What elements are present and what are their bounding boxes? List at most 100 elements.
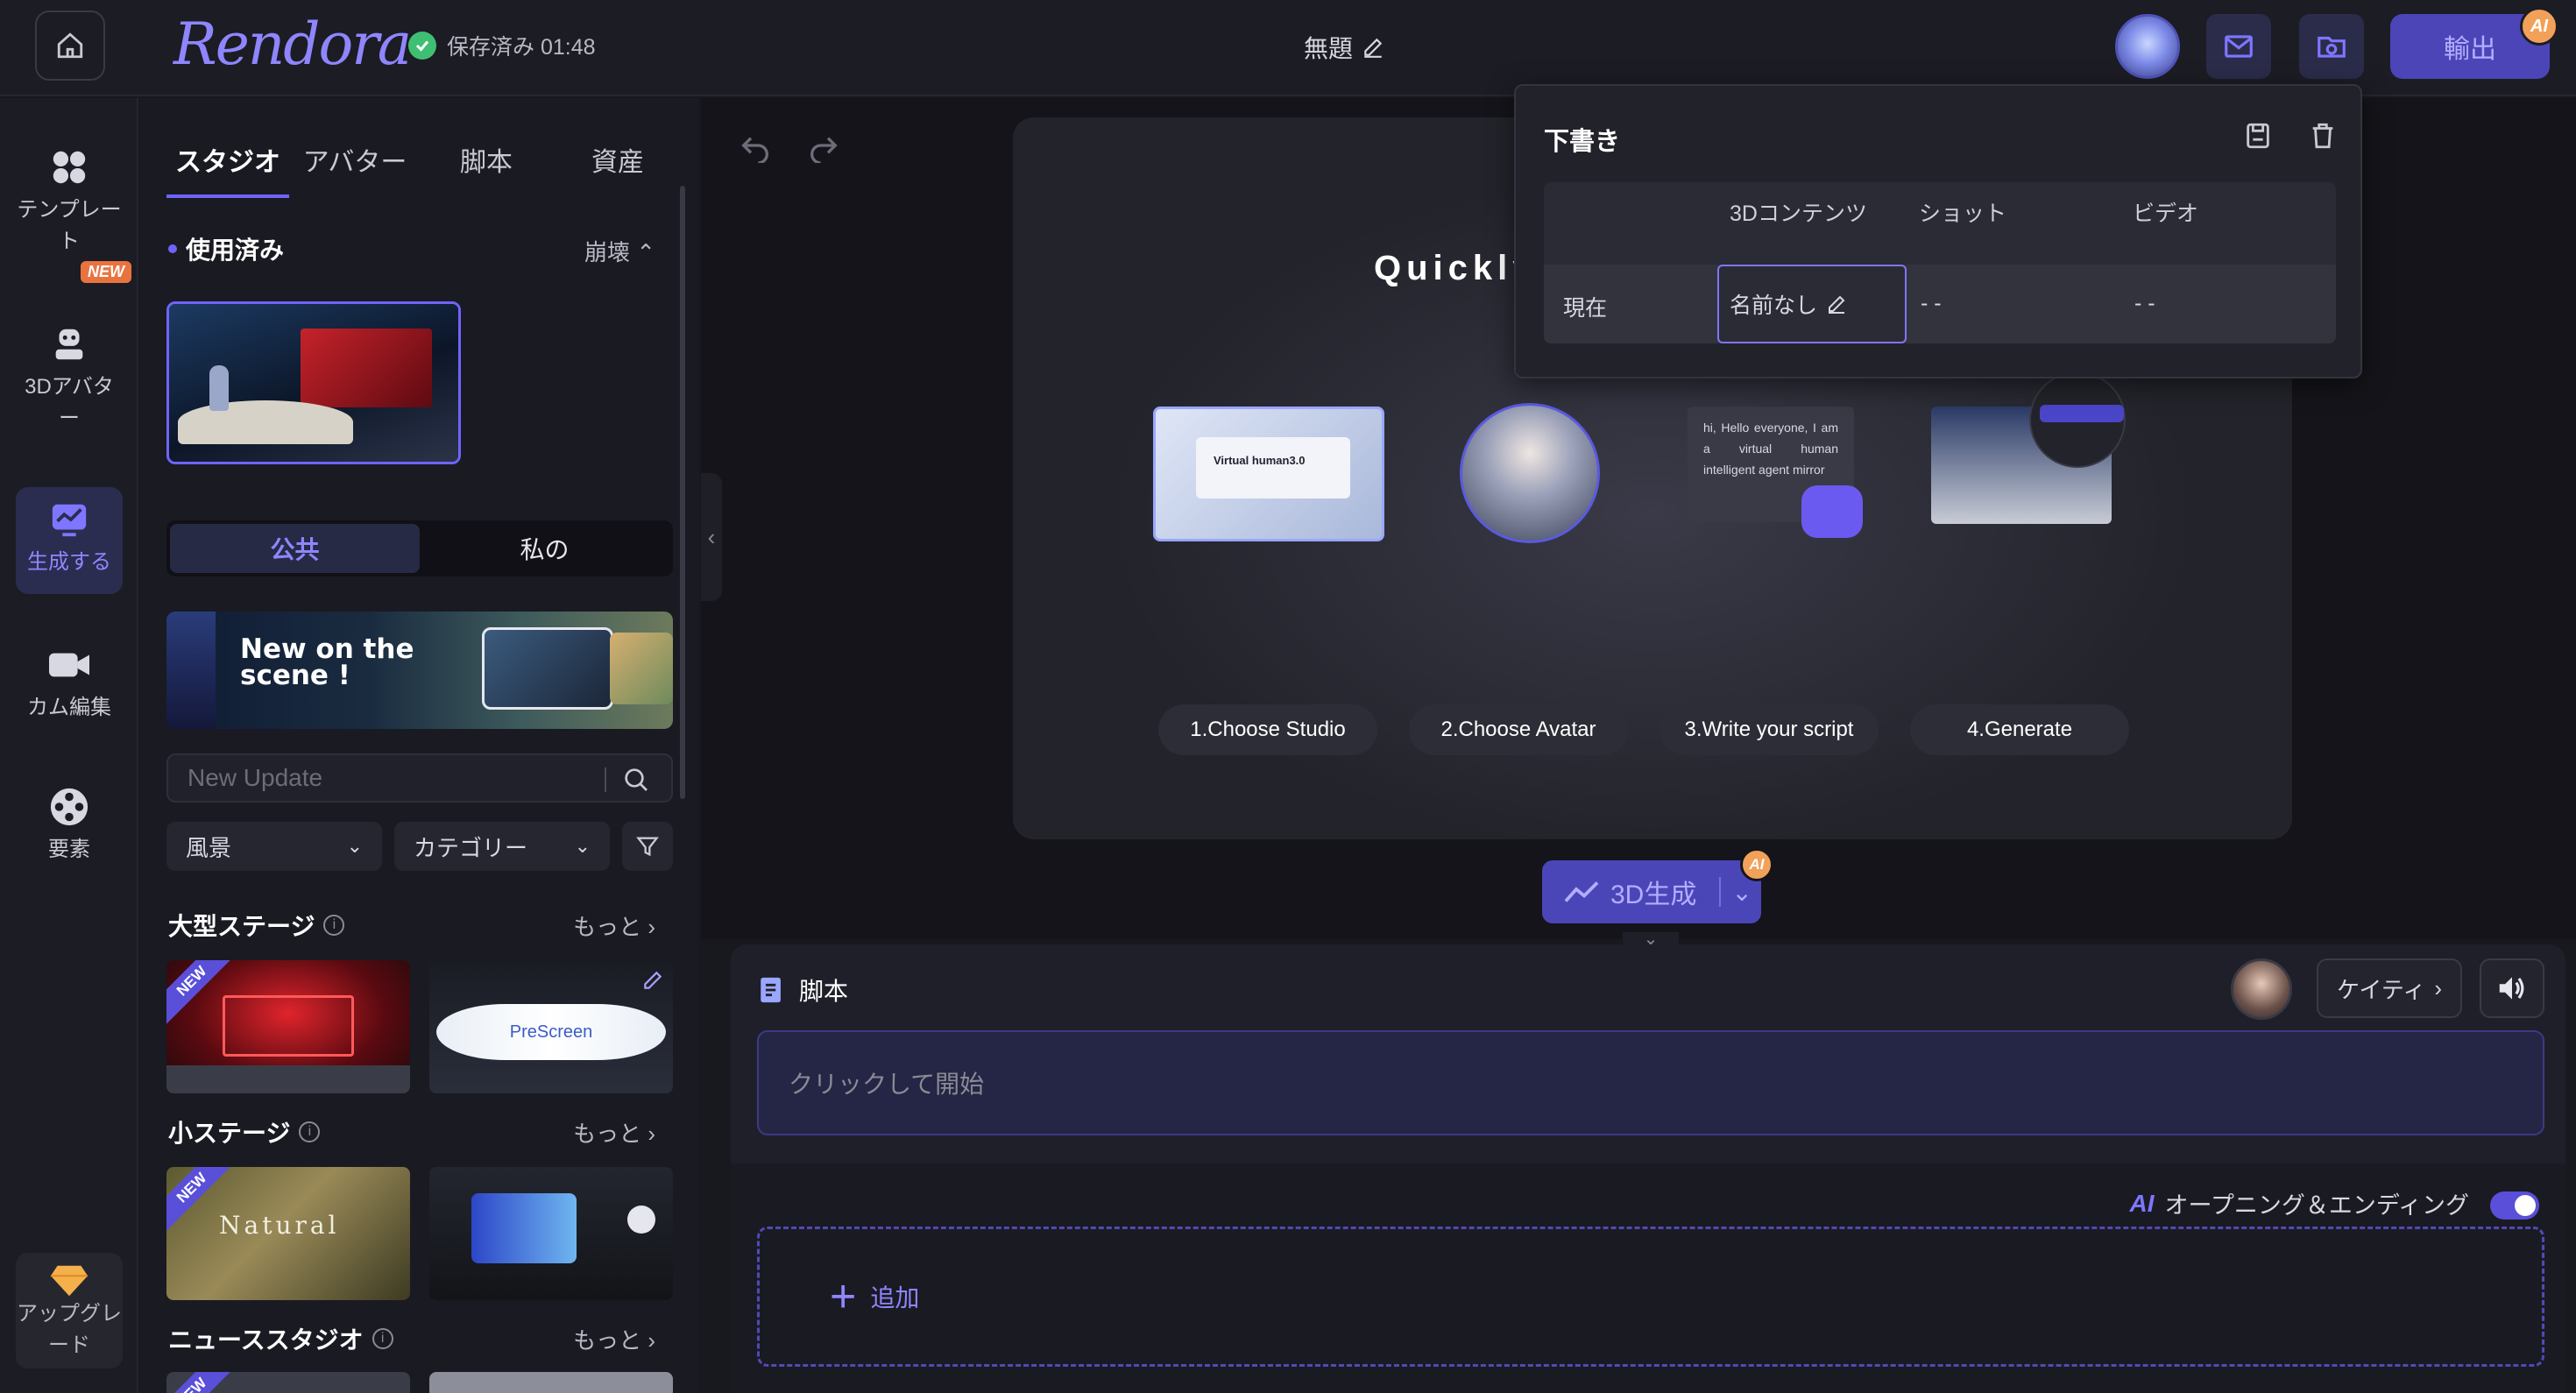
- video-camera-icon: [49, 653, 89, 677]
- info-icon: i: [323, 915, 345, 936]
- app-logo: Rendora: [173, 11, 412, 78]
- rail-item-templates[interactable]: テンプレート: [16, 147, 123, 258]
- draft-name-field[interactable]: 名前なし: [1717, 265, 1907, 343]
- large-stage-thumb-2[interactable]: PreScreen: [429, 960, 673, 1093]
- check-icon: [408, 32, 436, 60]
- category-dropdown[interactable]: カテゴリー ⌄: [394, 822, 610, 871]
- rail-item-label: 要素: [48, 838, 90, 861]
- collapse-button[interactable]: 崩壊 ⌃: [584, 235, 655, 267]
- redo-icon[interactable]: [806, 128, 841, 163]
- script-input[interactable]: クリックして開始: [757, 1030, 2544, 1135]
- messages-button[interactable]: [2206, 14, 2271, 79]
- step-generate[interactable]: 4.Generate: [1910, 704, 2129, 755]
- large-stage-title: 大型ステージ i: [168, 908, 345, 943]
- add-opening-ending-button[interactable]: + 追加: [757, 1227, 2544, 1367]
- news-studio-thumb-1[interactable]: NEW: [166, 1372, 410, 1393]
- tab-assets[interactable]: 資産: [552, 140, 683, 198]
- large-stage-thumb-1[interactable]: NEW: [166, 960, 410, 1093]
- table-row[interactable]: 現在 名前なし - - - -: [1544, 265, 2336, 343]
- document-title[interactable]: 無題: [1304, 30, 1384, 65]
- scene-dropdown[interactable]: 風景 ⌄: [166, 822, 382, 871]
- search-input[interactable]: New Update: [166, 753, 673, 803]
- draft-title: 下書き: [1544, 128, 1621, 156]
- studio-card: Virtual human3.0: [1153, 407, 1384, 541]
- segment-mine[interactable]: 私の: [420, 524, 669, 573]
- volume-button[interactable]: [2480, 958, 2544, 1018]
- chevron-down-icon[interactable]: ⌄: [1731, 878, 1752, 907]
- small-stage-thumb-2[interactable]: [429, 1167, 673, 1300]
- ai-badge: AI: [1740, 848, 1773, 881]
- rail-item-elements[interactable]: 要素: [16, 787, 123, 866]
- rail-item-3d-avatar[interactable]: 3Dアバター: [16, 324, 123, 435]
- document-title-text: 無題: [1304, 35, 1354, 62]
- tab-script[interactable]: 脚本: [421, 140, 552, 198]
- edit-pencil-icon[interactable]: [1362, 36, 1384, 59]
- rail-item-label: 生成する: [27, 550, 111, 574]
- drafts-folder-button[interactable]: [2299, 14, 2364, 79]
- rail-item-label: カム編集: [27, 696, 111, 719]
- search-icon[interactable]: [622, 766, 650, 794]
- save-icon[interactable]: [2243, 121, 2273, 151]
- home-button[interactable]: [35, 11, 105, 81]
- used-section-title: 使用済み: [168, 231, 284, 266]
- edit-pencil-icon[interactable]: [1826, 293, 1847, 315]
- chevron-right-icon: ›: [2434, 974, 2443, 1001]
- row-shot: - -: [1921, 291, 1942, 315]
- news-studio-more[interactable]: もっと ›: [573, 1323, 655, 1355]
- script-title: 脚本: [799, 978, 849, 1005]
- avatar-card: [1460, 403, 1600, 543]
- speaker-icon: [2499, 977, 2524, 1000]
- more-label: もっと: [573, 1121, 642, 1147]
- grid-icon: [53, 151, 86, 184]
- chevron-down-icon: ⌄: [574, 835, 591, 857]
- info-icon: i: [299, 1121, 321, 1142]
- used-section-label: 使用済み: [186, 237, 285, 264]
- opening-ending-text: オープニング＆エンディング: [2164, 1192, 2470, 1219]
- tab-studio[interactable]: スタジオ: [166, 140, 289, 198]
- mail-icon: [2225, 35, 2253, 58]
- save-status-text: 保存済み 01:48: [447, 35, 596, 60]
- ai-badge: AI: [2520, 7, 2558, 46]
- generate-3d-button[interactable]: 3D生成 ⌄: [1542, 860, 1761, 923]
- row-video: - -: [2134, 291, 2155, 315]
- opening-ending-toggle[interactable]: [2490, 1191, 2539, 1220]
- undo-icon[interactable]: [738, 128, 773, 163]
- panel-scrollbar[interactable]: [680, 186, 685, 799]
- news-studio-thumb-2[interactable]: [429, 1372, 673, 1393]
- small-stage-more[interactable]: もっと ›: [573, 1116, 655, 1149]
- rail-item-generate[interactable]: 生成する: [16, 487, 123, 594]
- voice-avatar[interactable]: [2231, 958, 2292, 1020]
- trend-line-icon: [1564, 881, 1599, 902]
- chevron-left-icon: ‹: [707, 523, 716, 550]
- top-bar: Rendora 保存済み 01:48 無題 輸出 AI: [0, 0, 2576, 96]
- rail-item-cam-edit[interactable]: カム編集: [16, 645, 123, 724]
- home-icon: [57, 32, 83, 59]
- generate-3d-label: 3D生成: [1610, 880, 1697, 909]
- used-studio-thumbnail[interactable]: [166, 301, 461, 464]
- large-stage-label: 大型ステージ: [168, 913, 315, 940]
- upgrade-button[interactable]: アップグレード: [16, 1253, 123, 1368]
- step-write-script[interactable]: 3.Write your script: [1660, 704, 1879, 755]
- category-dropdown-value: カテゴリー: [414, 834, 528, 861]
- trash-icon[interactable]: [2308, 121, 2338, 151]
- generate-bubble: [2029, 371, 2126, 468]
- opening-ending-label: AI オープニング＆エンディング: [2130, 1186, 2470, 1220]
- small-stage-thumb-1[interactable]: Natural NEW: [166, 1167, 410, 1300]
- new-scene-banner[interactable]: New on the scene !: [166, 612, 673, 729]
- film-reel-icon: [50, 788, 88, 826]
- tab-avatar[interactable]: アバター: [289, 140, 421, 198]
- edit-pencil-icon[interactable]: [641, 969, 664, 992]
- segment-public[interactable]: 公共: [170, 524, 420, 573]
- filter-button[interactable]: [622, 822, 673, 871]
- large-stage-more[interactable]: もっと ›: [573, 909, 655, 942]
- voice-select[interactable]: ケイティ ›: [2317, 958, 2462, 1018]
- step-choose-studio[interactable]: 1.Choose Studio: [1158, 704, 1377, 755]
- step-choose-avatar[interactable]: 2.Choose Avatar: [1409, 704, 1628, 755]
- new-tag: NEW: [81, 261, 131, 283]
- chevron-down-icon: ⌄: [346, 835, 363, 857]
- bullet-dot: [168, 244, 177, 253]
- natural-text: Natural: [219, 1211, 340, 1240]
- studio-panel: スタジオ アバター 脚本 資産 使用済み 崩壊 ⌃ 公共 私の New on t…: [140, 98, 699, 1393]
- user-avatar[interactable]: [2115, 14, 2180, 79]
- panel-collapse-handle[interactable]: ‹: [701, 473, 722, 601]
